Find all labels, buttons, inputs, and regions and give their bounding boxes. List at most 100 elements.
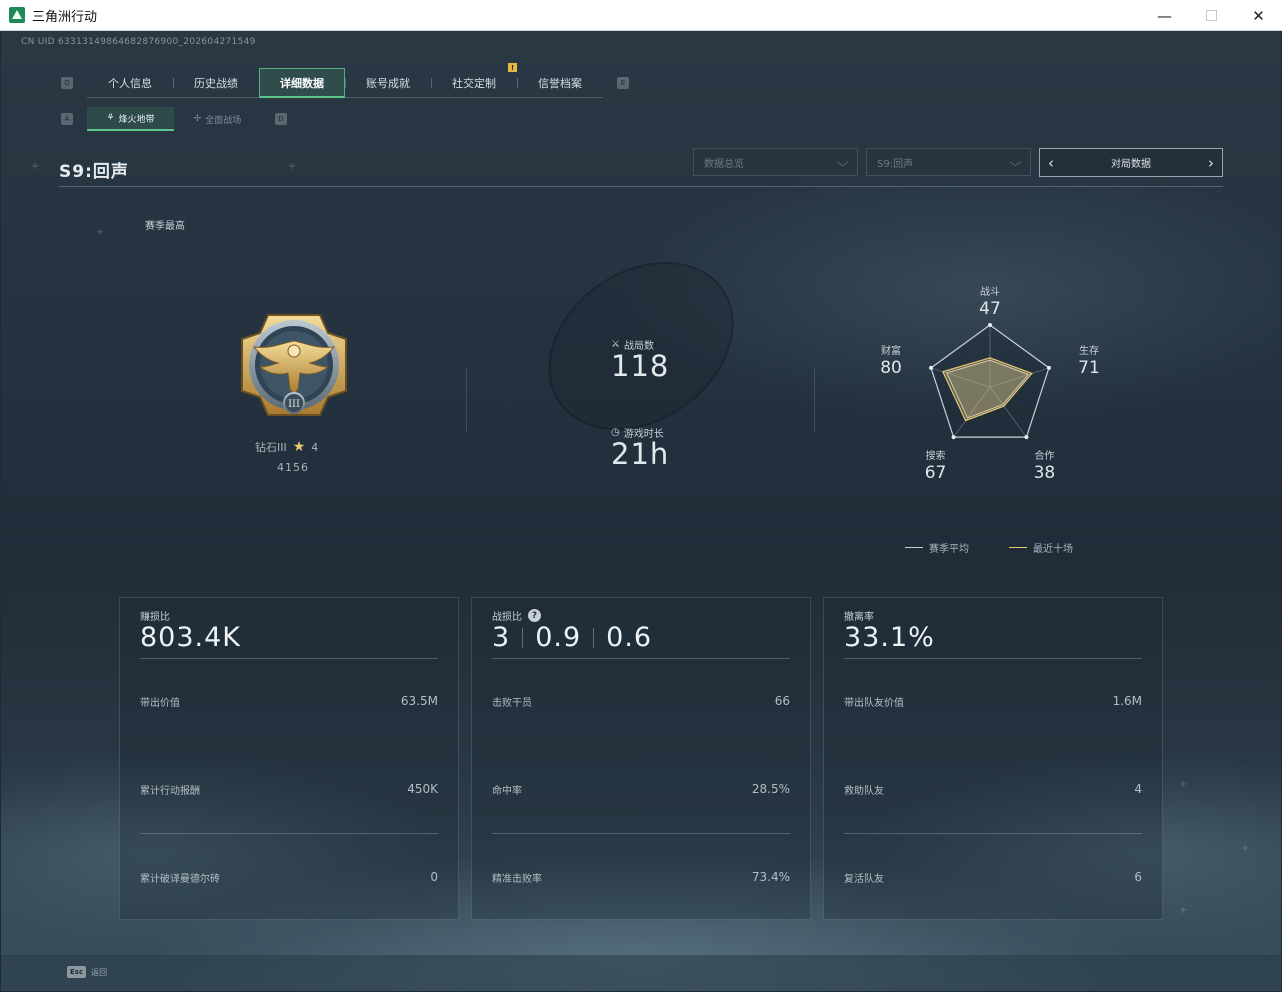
card-big-value: 3 [492,622,511,653]
legend-season-average: 赛季平均 [905,540,969,555]
decor-cross: + [1241,843,1250,854]
radar-axis-label: 财富 [881,344,901,357]
tab-personal-info[interactable]: 个人信息 [87,68,173,98]
chevron-down-icon: ⌵ [1009,154,1022,169]
legend-recent-ten: 最近十场 [1009,540,1073,555]
tab-achievements[interactable]: 账号成就 [345,68,431,98]
row-value: 1.6M [1112,694,1142,708]
card-row: 命中率 28.5% [492,782,790,797]
notification-badge: ! [508,63,517,72]
card-big-value: 33.1% [844,622,935,653]
radar-axis-value: 38 [1034,463,1056,479]
next-tab-key[interactable]: E [617,77,629,89]
main-tab-bar: Q 个人信息 历史战绩 详细数据 账号成就 社交定制 ! 信誉档案 E [61,63,629,98]
prev-mode-key[interactable]: A [61,113,73,125]
playtime-value: 21h [611,437,670,471]
legend-line [905,547,923,548]
star-icon: ★ [292,439,306,455]
medal-numeral: III [288,399,300,410]
card-divider [492,658,790,659]
next-mode-key[interactable]: D [275,113,287,125]
radar-axis-value: 67 [925,463,947,479]
row-value: 0 [430,870,438,884]
prev-tab-key[interactable]: Q [61,77,73,89]
card-row: 累计行动报酬 450K [140,782,438,797]
chevron-down-icon: ⌵ [836,154,849,169]
maximize-button[interactable]: ☐ [1188,0,1235,31]
radar-axis-value: 47 [979,299,1001,319]
radar-axis-label: 搜索 [926,449,946,462]
card-divider [492,833,790,834]
footer-bar: Esc 返回 [1,955,1281,991]
radar-axis-label: 生存 [1079,344,1099,357]
decor-cross: + [96,227,105,238]
season-dropdown[interactable]: S9:回声 ⌵ [866,148,1031,176]
row-value: 66 [774,694,790,708]
card-row: 复活队友 6 [844,870,1142,885]
decor-cross: + [31,161,40,172]
card-row: 带出队友价值 1.6M [844,694,1142,709]
radar-vertex-dot [1046,365,1051,370]
rank-score: 4156 [277,461,309,474]
crosshair-icon: ✢ [193,114,202,124]
tab-social-custom[interactable]: 社交定制 ! [431,63,517,98]
row-label: 带出队友价值 [844,698,904,709]
card-row: 精准击败率 73.4% [492,870,790,885]
row-label: 精准击败率 [492,874,542,885]
tab-detailed-data[interactable]: 详细数据 [259,68,345,98]
legend-recent-ten-label: 最近十场 [1033,544,1073,555]
compass-icon: ⚘ [106,113,115,123]
chevron-right-icon[interactable]: › [1208,154,1214,172]
back-label: 返回 [91,967,108,977]
extraction-card: 撤离率 33.1% 带出队友价值 1.6M 救助队友 4 复活队友 6 [823,597,1163,920]
profit-loss-card: 赚损比 803.4K 带出价值 63.5M 累计行动报酬 450K 累计破译曼德尔砖… [119,597,459,920]
tab-mode-operations[interactable]: ⚘ 烽火地带 [87,107,174,131]
row-label: 击败干员 [492,698,532,709]
kd-card: 战损比 ? 3 0.9 0.6 击败干员 66 命中率 28.5% 精准击败率 73.… [471,597,811,920]
chevron-left-icon[interactable]: ‹ [1048,154,1054,172]
pager-label: 对局数据 [1111,159,1151,170]
vertical-divider [466,367,467,433]
row-value: 28.5% [751,782,790,796]
card-big-value: 803.4K [140,622,242,653]
row-value: 450K [407,782,438,796]
row-value: 63.5M [400,694,438,708]
card-big-value: 0.9 [535,622,582,653]
close-button[interactable]: ✕ [1235,0,1282,31]
tab-mode-warfare[interactable]: ✢ 全面战场 [174,107,261,131]
esc-key: Esc [67,966,87,978]
row-value: 4 [1134,782,1142,796]
legend-season-average-label: 赛季平均 [929,544,969,555]
season-title: S9:回声 [59,162,129,182]
row-label: 复活队友 [844,874,884,885]
decor-cross: + [1179,905,1188,916]
decor-cross: + [288,161,297,172]
tab-reputation[interactable]: 信誉档案 [517,68,603,98]
match-data-pager: ‹ 对局数据 › [1039,148,1223,177]
row-value: 6 [1134,870,1142,884]
row-value: 73.4% [751,870,790,884]
rank-medal-icon: III [241,314,347,416]
tab-mode-operations-label: 烽火地带 [118,114,155,125]
season-best-label: 赛季最高 [145,221,185,232]
rank-info: 钻石III ★ 4 [255,439,318,455]
decor-cross: + [1179,779,1188,790]
row-label: 救助队友 [844,786,884,797]
window-titlebar: 三角洲行动 — ☐ ✕ [0,0,1282,31]
tab-mode-warfare-label: 全面战场 [205,115,242,126]
radar-axis-label: 合作 [1034,449,1054,462]
row-label: 累计行动报酬 [140,786,200,797]
season-dropdown-value: S9:回声 [877,158,914,170]
radar-vertex-dot [951,435,956,440]
back-button[interactable]: Esc 返回 [67,966,107,978]
row-label: 累计破译曼德尔砖 [140,874,220,885]
card-title: 战损比 [492,612,522,623]
tab-match-history[interactable]: 历史战绩 [173,68,259,98]
data-type-dropdown[interactable]: 数据总览 ⌵ [693,148,858,176]
help-icon[interactable]: ? [528,609,541,622]
card-row: 击败干员 66 [492,694,790,709]
legend-line [1009,547,1027,548]
card-divider [140,833,438,834]
row-label: 命中率 [492,786,522,797]
minimize-button[interactable]: — [1141,0,1188,31]
